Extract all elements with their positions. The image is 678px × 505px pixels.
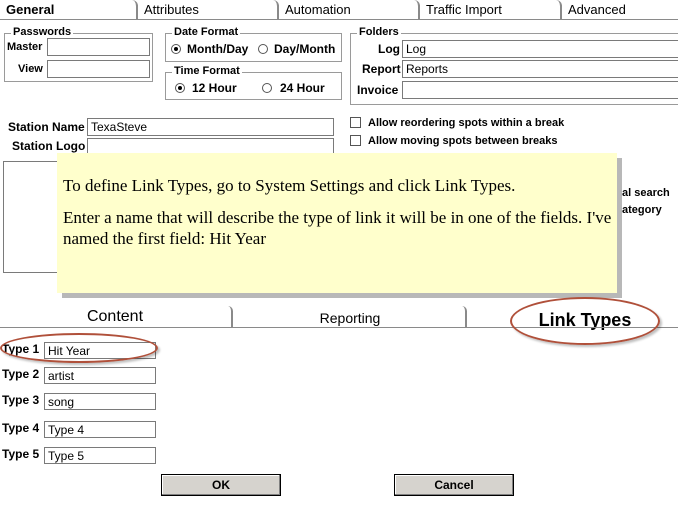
tab-traffic-import[interactable]: Traffic Import: [420, 0, 562, 19]
callout-line-1: To define Link Types, go to System Setti…: [63, 176, 516, 195]
logo-preview-box: [3, 161, 63, 273]
month-day-label: Month/Day: [187, 42, 249, 56]
24-hour-label: 24 Hour: [280, 81, 325, 95]
callout-line-2: Enter a name that will describe the type…: [63, 208, 612, 248]
type-4-input[interactable]: Type 4: [44, 421, 156, 438]
view-label: View: [18, 63, 43, 75]
month-day-radio[interactable]: [171, 44, 181, 54]
day-month-label: Day/Month: [274, 42, 336, 56]
partial-label-search: al search: [622, 187, 670, 199]
tab-attributes[interactable]: Attributes: [138, 0, 279, 19]
date-format-title: Date Format: [172, 26, 241, 39]
tab-separator: [228, 306, 233, 327]
station-name-label: Station Name: [8, 120, 85, 134]
folders-title: Folders: [357, 26, 401, 39]
12-hour-label: 12 Hour: [192, 81, 237, 95]
station-logo-label: Station Logo: [12, 139, 86, 153]
type-2-input[interactable]: artist: [44, 367, 156, 384]
log-folder-input[interactable]: Log: [402, 40, 678, 58]
tab-automation[interactable]: Automation: [279, 0, 420, 19]
type-2-label: Type 2: [2, 367, 40, 381]
master-label: Master: [7, 41, 43, 53]
move-spots-label: Allow moving spots between breaks: [368, 135, 558, 147]
view-password-input[interactable]: [47, 60, 150, 78]
24-hour-radio[interactable]: [262, 83, 272, 93]
12-hour-radio[interactable]: [175, 83, 185, 93]
instruction-callout: To define Link Types, go to System Setti…: [57, 153, 617, 293]
tab-content[interactable]: Content: [40, 306, 190, 328]
report-label: Report: [362, 62, 401, 76]
invoice-label: Invoice: [357, 83, 399, 97]
reorder-spots-checkbox[interactable]: [350, 117, 361, 128]
ok-button[interactable]: OK: [161, 474, 281, 496]
station-logo-input[interactable]: [87, 138, 334, 154]
type-4-label: Type 4: [2, 421, 40, 435]
day-month-radio[interactable]: [258, 44, 268, 54]
master-password-input[interactable]: [47, 38, 150, 56]
invoice-folder-input[interactable]: [402, 81, 678, 99]
move-spots-checkbox[interactable]: [350, 135, 361, 146]
cancel-button[interactable]: Cancel: [394, 474, 514, 496]
link-types-highlight-ring: [510, 297, 660, 345]
log-label: Log: [378, 42, 400, 56]
type-5-input[interactable]: Type 5: [44, 447, 156, 464]
tab-general[interactable]: General: [0, 0, 138, 19]
top-tab-strip: General Attributes Automation Traffic Im…: [0, 0, 678, 20]
station-name-input[interactable]: TexaSteve: [87, 118, 334, 136]
type-3-input[interactable]: song: [44, 393, 156, 410]
partial-label-category: ategory: [622, 204, 662, 216]
tab-advanced[interactable]: Advanced: [562, 0, 678, 19]
time-format-title: Time Format: [172, 65, 242, 78]
reorder-spots-label: Allow reordering spots within a break: [368, 117, 565, 129]
tab-separator: [462, 306, 467, 327]
tab-divider: [0, 19, 678, 20]
report-folder-input[interactable]: Reports: [402, 60, 678, 78]
type-1-highlight-ring: [0, 333, 158, 363]
type-3-label: Type 3: [2, 393, 40, 407]
type-5-label: Type 5: [2, 447, 40, 461]
